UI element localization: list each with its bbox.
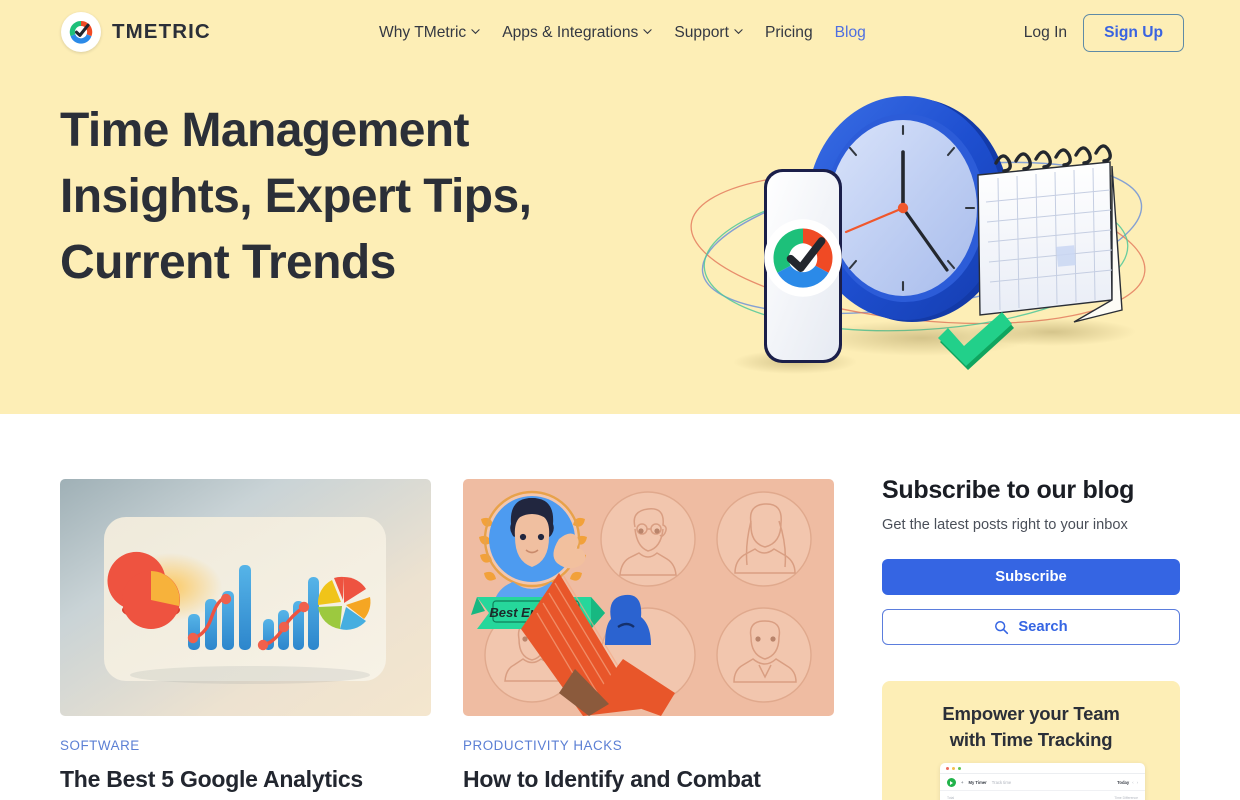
nav-label: Why TMetric: [379, 23, 467, 41]
maximize-icon: [958, 766, 961, 770]
subscribe-subtitle: Get the latest posts right to your inbox: [882, 517, 1128, 533]
promo-card[interactable]: Empower your Team with Time Tracking + M…: [882, 681, 1180, 800]
mockup-timer-label: My Timer: [968, 780, 987, 785]
mockup-total-stat: Total 2 h 32 min: [947, 796, 974, 800]
post-card: SOFTWARE The Best 5 Google Analytics Alt…: [60, 479, 431, 800]
app-screenshot-mockup: + My Timer Track time Today ‹ › Total 2 …: [940, 763, 1145, 800]
mockup-total-label: Total: [947, 796, 955, 800]
chevron-down-icon: [734, 27, 743, 36]
mockup-today-label: Today: [1117, 780, 1130, 785]
blog-page: TMETRIC Why TMetric Apps & Integrations: [0, 0, 1240, 800]
promo-title-line2: with Time Tracking: [949, 729, 1113, 750]
nav-label: Support: [674, 23, 729, 41]
play-icon: [947, 778, 956, 787]
search-button[interactable]: Search: [882, 609, 1180, 645]
mockup-overtime-stat: Time Difference -1 h 30 min: [1109, 796, 1138, 800]
signup-button[interactable]: Sign Up: [1083, 13, 1184, 52]
post-category-link[interactable]: PRODUCTIVITY HACKS: [463, 738, 834, 753]
hero-band: TMETRIC Why TMetric Apps & Integrations: [0, 0, 1240, 414]
chevron-down-icon: [471, 27, 480, 36]
nav-item-pricing[interactable]: Pricing: [765, 24, 813, 42]
subscribe-title: Subscribe to our blog: [882, 476, 1135, 504]
mockup-titlebar: [940, 763, 1145, 774]
main-nav: Why TMetric Apps & Integrations Support: [379, 0, 866, 65]
logo-link[interactable]: TMETRIC: [61, 12, 211, 52]
nav-item-blog[interactable]: Blog: [835, 24, 866, 42]
promo-title: Empower your Team with Time Tracking: [882, 701, 1180, 753]
nav-item-support[interactable]: Support: [674, 24, 743, 42]
main-content: SOFTWARE The Best 5 Google Analytics Alt…: [0, 414, 1240, 800]
promo-title-line1: Empower your Team: [942, 703, 1120, 724]
plus-icon: +: [961, 780, 964, 785]
mockup-today-group: Today ‹ ›: [1117, 780, 1138, 785]
tmetric-gauge-check-icon: [61, 12, 101, 52]
post-category-link[interactable]: SOFTWARE: [60, 738, 431, 753]
mockup-track-placeholder: Track time: [991, 780, 1012, 785]
magnifier-icon: [994, 620, 1009, 635]
chevron-right-icon: ›: [1136, 780, 1138, 785]
post-card: Best Employee: [463, 479, 834, 800]
logo-text: TMETRIC: [112, 20, 211, 43]
post-list: SOFTWARE The Best 5 Google Analytics Alt…: [60, 479, 834, 800]
post-title-link[interactable]: The Best 5 Google Analytics Alternatives…: [60, 764, 431, 800]
mockup-overtime-label: Time Difference: [1114, 796, 1138, 800]
close-icon: [946, 766, 949, 770]
subscribe-button[interactable]: Subscribe: [882, 559, 1180, 595]
nav-item-why-tmetric[interactable]: Why TMetric: [379, 24, 480, 42]
minimize-icon: [952, 766, 955, 770]
auth-actions: Log In Sign Up: [1024, 0, 1184, 65]
best-employee-avatars-illustration[interactable]: Best Employee: [463, 479, 834, 716]
sidebar: Subscribe to our blog Get the latest pos…: [882, 476, 1180, 800]
chevron-down-icon: [643, 27, 652, 36]
clock-phone-calendar-checkmark-illustration: [660, 70, 1180, 400]
site-header: TMETRIC Why TMetric Apps & Integrations: [0, 0, 1240, 65]
page-title: Time Management Insights, Expert Tips, C…: [60, 104, 532, 289]
nav-item-apps-integrations[interactable]: Apps & Integrations: [502, 24, 652, 42]
3d-charts-pie-bar-line-illustration[interactable]: [60, 479, 431, 716]
nav-label: Apps & Integrations: [502, 23, 639, 41]
search-button-label: Search: [1018, 619, 1068, 635]
mockup-stats-row: Total 2 h 32 min Time Difference -1 h 30…: [940, 791, 1145, 800]
chevron-left-icon: ‹: [1132, 780, 1134, 785]
post-title-link[interactable]: How to Identify and Combat Favoritism in…: [463, 764, 834, 800]
mockup-timer-row: + My Timer Track time Today ‹ ›: [940, 774, 1145, 791]
login-link[interactable]: Log In: [1024, 24, 1067, 42]
